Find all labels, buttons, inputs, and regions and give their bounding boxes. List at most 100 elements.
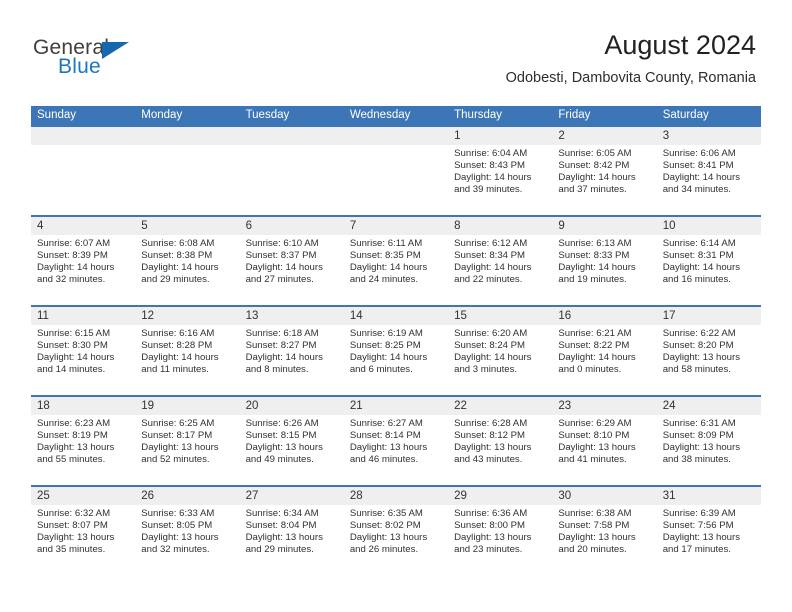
sunset-text: Sunset: 8:31 PM bbox=[662, 250, 734, 262]
sunrise-text: Sunrise: 6:22 AM bbox=[662, 328, 736, 339]
day-number[interactable]: 17 bbox=[657, 307, 761, 325]
day-number[interactable]: 11 bbox=[31, 307, 135, 325]
sunset-text: Sunset: 8:42 PM bbox=[558, 160, 630, 172]
day-number[interactable]: 15 bbox=[448, 307, 552, 325]
triangle-icon bbox=[102, 42, 129, 59]
day-number[interactable] bbox=[31, 127, 135, 145]
daylight-text: Daylight: 14 hours and 16 minutes. bbox=[662, 262, 741, 286]
day-cell: Sunrise: 6:14 AM Sunset: 8:31 PM Dayligh… bbox=[657, 235, 761, 305]
week-date-band: 18 19 20 21 22 23 24 bbox=[31, 397, 761, 415]
day-cell: Sunrise: 6:06 AM Sunset: 8:41 PM Dayligh… bbox=[657, 145, 761, 215]
page-title: August 2024 bbox=[604, 30, 756, 60]
sunrise-text: Sunrise: 6:23 AM bbox=[37, 418, 111, 429]
day-number[interactable]: 31 bbox=[657, 487, 761, 505]
day-number[interactable]: 22 bbox=[448, 397, 552, 415]
sunrise-text: Sunrise: 6:39 AM bbox=[662, 508, 736, 519]
day-cell: Sunrise: 6:18 AM Sunset: 8:27 PM Dayligh… bbox=[240, 325, 344, 395]
calendar-week-row: 18 19 20 21 22 23 24 Sunrise: 6:23 AM Su… bbox=[31, 395, 761, 485]
day-number[interactable]: 13 bbox=[240, 307, 344, 325]
week-info-band: Sunrise: 6:23 AM Sunset: 8:19 PM Dayligh… bbox=[31, 415, 761, 485]
sunrise-text: Sunrise: 6:12 AM bbox=[454, 238, 528, 249]
sunrise-text: Sunrise: 6:07 AM bbox=[37, 238, 111, 249]
day-cell: Sunrise: 6:07 AM Sunset: 8:39 PM Dayligh… bbox=[31, 235, 135, 305]
day-number[interactable]: 7 bbox=[344, 217, 448, 235]
day-number[interactable]: 8 bbox=[448, 217, 552, 235]
day-cell: Sunrise: 6:16 AM Sunset: 8:28 PM Dayligh… bbox=[135, 325, 239, 395]
day-number[interactable] bbox=[240, 127, 344, 145]
day-number[interactable]: 25 bbox=[31, 487, 135, 505]
day-number[interactable]: 23 bbox=[552, 397, 656, 415]
calendar-week-row: 11 12 13 14 15 16 17 Sunrise: 6:15 AM Su… bbox=[31, 305, 761, 395]
day-cell: Sunrise: 6:23 AM Sunset: 8:19 PM Dayligh… bbox=[31, 415, 135, 485]
weekday-header-row: Sunday Monday Tuesday Wednesday Thursday… bbox=[31, 106, 761, 125]
daylight-text: Daylight: 13 hours and 58 minutes. bbox=[662, 352, 741, 376]
day-cell: Sunrise: 6:19 AM Sunset: 8:25 PM Dayligh… bbox=[344, 325, 448, 395]
day-cell: Sunrise: 6:28 AM Sunset: 8:12 PM Dayligh… bbox=[448, 415, 552, 485]
daylight-text: Daylight: 14 hours and 27 minutes. bbox=[245, 262, 323, 286]
sunrise-text: Sunrise: 6:10 AM bbox=[245, 238, 319, 249]
day-number[interactable]: 28 bbox=[344, 487, 448, 505]
day-number[interactable]: 24 bbox=[657, 397, 761, 415]
day-number[interactable]: 27 bbox=[240, 487, 344, 505]
sunrise-text: Sunrise: 6:34 AM bbox=[245, 508, 319, 519]
day-cell: Sunrise: 6:04 AM Sunset: 8:43 PM Dayligh… bbox=[448, 145, 552, 215]
sunset-text: Sunset: 8:43 PM bbox=[454, 160, 526, 172]
day-cell: Sunrise: 6:11 AM Sunset: 8:35 PM Dayligh… bbox=[344, 235, 448, 305]
day-number[interactable]: 12 bbox=[135, 307, 239, 325]
sunrise-text: Sunrise: 6:29 AM bbox=[558, 418, 632, 429]
daylight-text: Daylight: 13 hours and 23 minutes. bbox=[454, 532, 532, 556]
day-cell: Sunrise: 6:35 AM Sunset: 8:02 PM Dayligh… bbox=[344, 505, 448, 575]
day-number[interactable]: 6 bbox=[240, 217, 344, 235]
weekday-label-thursday: Thursday bbox=[454, 109, 503, 121]
day-number[interactable]: 2 bbox=[552, 127, 656, 145]
weekday-label-wednesday: Wednesday bbox=[349, 109, 411, 121]
sunrise-text: Sunrise: 6:25 AM bbox=[141, 418, 215, 429]
daylight-text: Daylight: 14 hours and 29 minutes. bbox=[141, 262, 219, 286]
weekday-label-sunday: Sunday bbox=[37, 109, 77, 121]
day-number[interactable]: 26 bbox=[135, 487, 239, 505]
day-cell bbox=[135, 145, 239, 215]
day-cell: Sunrise: 6:31 AM Sunset: 8:09 PM Dayligh… bbox=[657, 415, 761, 485]
sunrise-text: Sunrise: 6:15 AM bbox=[37, 328, 111, 339]
sunrise-text: Sunrise: 6:35 AM bbox=[349, 508, 423, 519]
day-number[interactable]: 21 bbox=[344, 397, 448, 415]
sunset-text: Sunset: 8:12 PM bbox=[454, 430, 526, 442]
day-number[interactable]: 10 bbox=[657, 217, 761, 235]
week-info-band: Sunrise: 6:07 AM Sunset: 8:39 PM Dayligh… bbox=[31, 235, 761, 305]
sunset-text: Sunset: 8:14 PM bbox=[349, 430, 421, 442]
day-number[interactable]: 20 bbox=[240, 397, 344, 415]
day-cell: Sunrise: 6:20 AM Sunset: 8:24 PM Dayligh… bbox=[448, 325, 552, 395]
sunset-text: Sunset: 8:20 PM bbox=[662, 340, 734, 352]
day-number[interactable]: 29 bbox=[448, 487, 552, 505]
day-number[interactable]: 14 bbox=[344, 307, 448, 325]
day-number[interactable]: 19 bbox=[135, 397, 239, 415]
day-number[interactable]: 9 bbox=[552, 217, 656, 235]
day-number[interactable]: 4 bbox=[31, 217, 135, 235]
sunrise-text: Sunrise: 6:28 AM bbox=[454, 418, 528, 429]
day-number[interactable]: 16 bbox=[552, 307, 656, 325]
page-subtitle: Odobesti, Dambovita County, Romania bbox=[505, 70, 756, 86]
daylight-text: Daylight: 13 hours and 46 minutes. bbox=[349, 442, 428, 466]
week-date-band: 4 5 6 7 8 9 10 bbox=[31, 217, 761, 235]
day-number[interactable]: 1 bbox=[448, 127, 552, 145]
day-cell: Sunrise: 6:13 AM Sunset: 8:33 PM Dayligh… bbox=[552, 235, 656, 305]
sunset-text: Sunset: 8:24 PM bbox=[454, 340, 526, 352]
sunrise-text: Sunrise: 6:04 AM bbox=[454, 148, 528, 159]
daylight-text: Daylight: 14 hours and 37 minutes. bbox=[558, 172, 636, 196]
day-cell: Sunrise: 6:25 AM Sunset: 8:17 PM Dayligh… bbox=[135, 415, 239, 485]
day-number[interactable] bbox=[344, 127, 448, 145]
day-cell: Sunrise: 6:22 AM Sunset: 8:20 PM Dayligh… bbox=[657, 325, 761, 395]
daylight-text: Daylight: 14 hours and 19 minutes. bbox=[558, 262, 636, 286]
sunset-text: Sunset: 7:56 PM bbox=[662, 520, 734, 532]
day-number[interactable]: 5 bbox=[135, 217, 239, 235]
day-number[interactable] bbox=[135, 127, 239, 145]
day-number[interactable]: 30 bbox=[552, 487, 656, 505]
daylight-text: Daylight: 14 hours and 3 minutes. bbox=[454, 352, 532, 376]
week-info-band: Sunrise: 6:32 AM Sunset: 8:07 PM Dayligh… bbox=[31, 505, 761, 575]
sunrise-text: Sunrise: 6:32 AM bbox=[37, 508, 111, 519]
day-number[interactable]: 18 bbox=[31, 397, 135, 415]
day-cell: Sunrise: 6:12 AM Sunset: 8:34 PM Dayligh… bbox=[448, 235, 552, 305]
sunrise-text: Sunrise: 6:08 AM bbox=[141, 238, 215, 249]
week-info-band: Sunrise: 6:15 AM Sunset: 8:30 PM Dayligh… bbox=[31, 325, 761, 395]
day-number[interactable]: 3 bbox=[657, 127, 761, 145]
